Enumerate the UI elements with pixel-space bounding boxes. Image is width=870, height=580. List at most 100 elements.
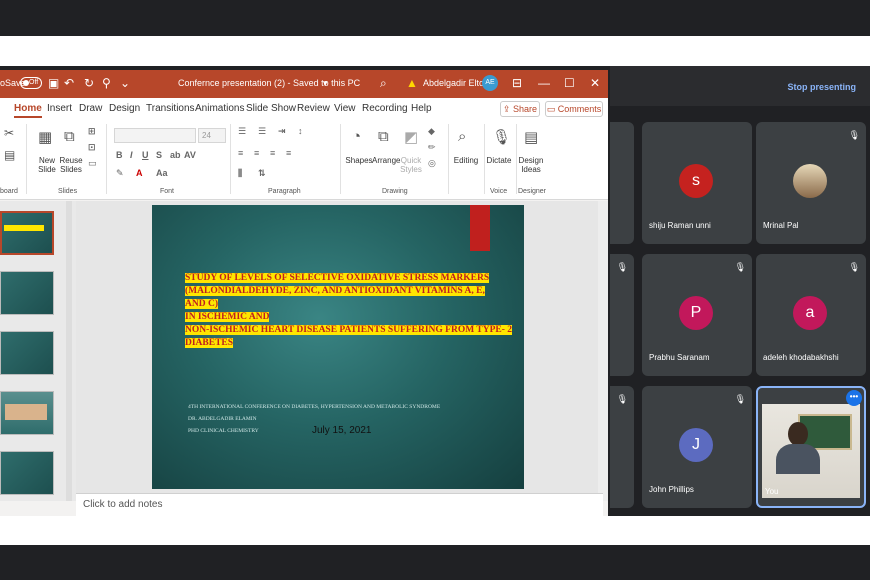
design-ideas-button[interactable]: Design Ideas: [518, 156, 544, 174]
group-clipboard: board: [0, 188, 18, 195]
document-title[interactable]: Confernce presentation (2) - Saved to th…: [178, 78, 360, 88]
group-designer: Designer: [518, 188, 547, 195]
thumbnail-title-highlight: [4, 225, 44, 231]
top-letterbox: [0, 0, 870, 36]
char-spacing-icon[interactable]: AV: [184, 150, 196, 160]
tab-home[interactable]: Home: [14, 103, 42, 118]
participant-tile[interactable]: 🎙 Mrinal Pal: [756, 122, 866, 244]
slide-title[interactable]: STUDY OF LEVELS OF SELECTIVE OXIDATIVE S…: [185, 272, 515, 350]
microphone-icon[interactable]: 🎙: [492, 128, 511, 146]
participant-name: adeleh khodabakhshi: [763, 353, 839, 362]
new-slide-button[interactable]: New Slide: [34, 156, 60, 174]
slide-scrollbar[interactable]: [598, 201, 608, 501]
more-options-icon[interactable]: •••: [846, 390, 862, 406]
arrange-button[interactable]: Arrange: [372, 156, 400, 165]
shapes-button[interactable]: Shapes: [344, 156, 374, 165]
self-view-tile[interactable]: ••• You: [756, 386, 866, 508]
minimize-icon[interactable]: —: [538, 76, 550, 90]
line-spacing-icon[interactable]: ↕: [298, 126, 303, 136]
justify-icon[interactable]: ≡: [286, 148, 291, 158]
align-center-icon[interactable]: ≡: [254, 148, 259, 158]
slide-thumbnail[interactable]: [0, 451, 54, 495]
qat-more-icon[interactable]: ⌄: [120, 76, 130, 90]
participant-avatar: P: [679, 296, 713, 330]
share-button[interactable]: ⇪ Share: [500, 101, 540, 117]
search-icon[interactable]: ⌕: [380, 76, 387, 91]
comments-button[interactable]: ▭ Comments: [545, 101, 603, 117]
reuse-slides-icon[interactable]: ⧉: [64, 128, 75, 145]
current-slide[interactable]: STUDY OF LEVELS OF SELECTIVE OXIDATIVE S…: [152, 205, 524, 489]
numbering-icon[interactable]: ☰: [258, 126, 266, 137]
strikethrough-icon[interactable]: ab: [170, 150, 181, 160]
maximize-icon[interactable]: ☐: [564, 76, 575, 90]
align-right-icon[interactable]: ≡: [270, 148, 275, 158]
participant-tile[interactable]: 🎙 a adeleh khodabakhshi: [756, 254, 866, 376]
close-icon[interactable]: ✕: [590, 76, 600, 90]
thumbnail-scrollbar[interactable]: [66, 201, 72, 501]
font-name-select[interactable]: [114, 128, 196, 143]
section-icon[interactable]: ▭: [88, 158, 97, 169]
slide-thumbnail[interactable]: [0, 211, 54, 255]
participant-tile[interactable]: 🎙 J John Phillips: [642, 386, 752, 508]
font-color-icon[interactable]: A: [136, 168, 143, 178]
user-avatar[interactable]: AE: [482, 75, 498, 91]
participant-tile[interactable]: 🎙 P Prabhu Saranam: [642, 254, 752, 376]
layout-icon[interactable]: ⊞: [88, 126, 96, 137]
reuse-slides-button[interactable]: Reuse Slides: [58, 156, 84, 174]
tab-design[interactable]: Design: [109, 103, 140, 114]
paste-icon[interactable]: ▤: [4, 148, 15, 162]
tab-slide-show[interactable]: Slide Show: [246, 103, 296, 114]
stop-presenting-button[interactable]: Stop presenting: [787, 82, 856, 92]
slide-thumbnail[interactable]: [0, 271, 54, 315]
participant-avatar: a: [793, 296, 827, 330]
tab-transitions[interactable]: Transitions: [146, 103, 195, 114]
quick-styles-icon[interactable]: ◩: [404, 128, 418, 146]
text-direction-icon[interactable]: ⇅: [258, 168, 266, 179]
shape-fill-icon[interactable]: ◆: [428, 126, 435, 137]
ribbon-divider: [448, 124, 449, 194]
tab-draw[interactable]: Draw: [79, 103, 102, 114]
shape-effects-icon[interactable]: ◎: [428, 158, 436, 169]
ribbon-display-icon[interactable]: ⊟: [512, 76, 522, 90]
align-left-icon[interactable]: ≡: [238, 148, 243, 158]
ribbon-divider: [516, 124, 517, 194]
slide-thumbnail[interactable]: [0, 331, 54, 375]
participant-name: John Phillips: [649, 485, 694, 494]
editing-icon[interactable]: ⌕: [458, 128, 466, 145]
font-size-select[interactable]: 24: [198, 128, 226, 143]
participant-tile[interactable]: s shiju Raman unni: [642, 122, 752, 244]
quick-styles-button[interactable]: Quick Styles: [398, 156, 424, 174]
title-dropdown-icon[interactable]: ▾: [323, 78, 328, 89]
cut-icon[interactable]: ✂: [4, 126, 14, 140]
bullets-icon[interactable]: ☰: [238, 126, 246, 137]
tab-insert[interactable]: Insert: [47, 103, 72, 114]
undo-icon[interactable]: ↶: [64, 76, 74, 90]
shape-outline-icon[interactable]: ✏: [428, 142, 436, 153]
underline-icon[interactable]: U: [142, 150, 149, 160]
columns-icon[interactable]: ⫼: [238, 168, 242, 179]
tab-review[interactable]: Review: [297, 103, 330, 114]
reset-icon[interactable]: ⊡: [88, 142, 96, 153]
change-case-icon[interactable]: Aa: [156, 168, 168, 178]
indent-icon[interactable]: ⇥: [278, 126, 286, 137]
highlight-icon[interactable]: ✎: [116, 168, 124, 179]
customize-icon[interactable]: ⚲: [102, 76, 111, 90]
tab-help[interactable]: Help: [411, 103, 432, 114]
tab-animations[interactable]: Animations: [195, 103, 244, 114]
autosave-toggle[interactable]: Off: [20, 77, 42, 89]
dictate-button[interactable]: Dictate: [484, 156, 514, 165]
shadow-icon[interactable]: S: [156, 150, 162, 160]
save-icon[interactable]: ▣: [48, 76, 59, 90]
new-slide-icon[interactable]: ▦: [38, 128, 52, 146]
bold-icon[interactable]: B: [116, 150, 123, 160]
tab-view[interactable]: View: [334, 103, 356, 114]
slide-thumbnail[interactable]: [0, 391, 54, 435]
italic-icon[interactable]: I: [130, 150, 133, 160]
arrange-icon[interactable]: ⧉: [378, 128, 389, 145]
editing-button[interactable]: Editing: [450, 156, 482, 165]
notes-pane[interactable]: Click to add notes: [76, 493, 603, 516]
shapes-icon[interactable]: ◔: [352, 128, 361, 145]
design-ideas-icon[interactable]: ▤: [524, 128, 538, 146]
redo-icon[interactable]: ↻: [84, 76, 94, 90]
tab-recording[interactable]: Recording: [362, 103, 408, 114]
